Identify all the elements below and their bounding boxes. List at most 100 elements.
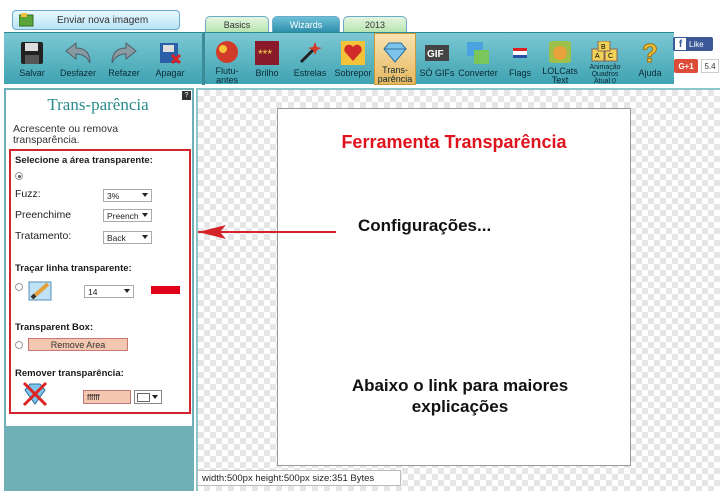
save-button[interactable]: Salvar [10,33,54,85]
svg-text:B: B [601,44,606,51]
animation-button[interactable]: BA C Animação Quadros Atual 0 [582,33,628,85]
line-width-select[interactable]: 14 [84,285,134,298]
svg-text:C: C [608,53,613,60]
remove-transparency-title: Remover transparência: [15,368,124,379]
lolcat-icon [546,39,574,65]
only-gifs-button[interactable]: GIF SÓ GIFs [418,33,456,85]
upload-image-label: Enviar nova imagem [57,14,149,26]
stars-label: Estrelas [293,68,327,78]
line-color-swatch[interactable] [151,286,180,294]
remove-area-button[interactable]: Remove Area [28,338,128,351]
flags-label: Flags [508,68,531,78]
undo-label: Desfazer [59,68,96,78]
tab-bar: Basics Wizards 2013 [205,16,407,32]
fuzz-select[interactable]: 3% [103,189,152,202]
flags-button[interactable]: Flags [502,33,538,85]
undo-button[interactable]: Desfazer [56,33,100,85]
question-mark-icon: ? [636,39,664,67]
glitter-label: Brilho [255,68,279,78]
floppy-disk-icon [18,39,46,67]
chevron-down-icon [142,235,148,239]
upload-image-button[interactable]: Enviar nova imagem [12,10,180,30]
chevron-down-icon [124,289,130,293]
stars-wand-icon [296,39,324,67]
stars-button[interactable]: Estrelas [288,33,332,85]
undo-arrow-icon [64,39,92,67]
overlay-label: Sobrepor [334,68,372,78]
fuzz-label: Fuzz: [15,188,41,200]
facebook-like-label: Like [689,39,704,49]
redo-label: Refazer [108,68,140,78]
svg-text:A: A [595,53,600,60]
redo-button[interactable]: Refazer [102,33,146,85]
canvas-heading: Ferramenta Transparência [341,132,567,152]
floaters-icon [213,39,241,65]
gif-icon: GIF [423,39,451,67]
floaters-label: Flutu- antes [215,66,239,85]
panel-title: Trans-parência [47,95,149,114]
pencil-line-icon [28,281,52,301]
line-width-value: 14 [88,286,98,297]
abc-blocks-icon: BA C [591,39,619,64]
overlay-button[interactable]: Sobrepor [332,33,374,85]
diamond-icon [381,40,409,64]
select-area-title: Selecione a área transparente: [15,155,153,166]
panel-description: Acrescente ou remova transparência. [13,123,119,146]
trace-line-radio[interactable] [15,283,23,291]
trace-line-title: Traçar linha transparente: [15,263,132,274]
floaters-button[interactable]: Flutu- antes [208,33,246,85]
google-plus-count: 5.4 [701,59,719,73]
hex-color-input[interactable]: ffffff [83,390,131,404]
treatment-value: Back [107,232,126,243]
chevron-down-icon [152,395,158,399]
save-label: Salvar [19,68,45,78]
configuration-note: Configurações... [358,216,492,235]
animation-label: Animação Quadros Atual 0 [589,64,621,85]
google-plus-button[interactable]: G+1 [674,59,698,73]
transparency-label: Trans- parência [377,65,413,84]
convert-icon [464,39,492,67]
remove-transparency-icon[interactable] [22,381,48,407]
help-label: Ajuda [638,68,662,78]
delete-icon [156,39,184,67]
svg-text:***: *** [258,47,272,61]
main-toolbar: Salvar Desfazer Refazer Apagar Flutu- an… [4,32,674,85]
tab-2013[interactable]: 2013 [343,16,407,32]
redo-arrow-icon [110,39,138,67]
flag-icon [506,39,534,67]
link-note: Abaixo o link para maiores explicações [351,376,569,416]
help-button[interactable]: ? Ajuda [630,33,670,85]
fill-label: Preenchime [15,209,72,221]
facebook-like-button[interactable]: f Like [673,37,713,51]
toolbar-divider [202,33,205,85]
delete-label: Apagar [155,68,185,78]
color-picker-dropdown[interactable] [134,390,162,404]
glitter-icon: *** [253,39,281,67]
tab-wizards[interactable]: Wizards [272,16,340,32]
facebook-icon: f [675,38,686,50]
lolcats-label: LOLCats Text [542,66,578,85]
select-area-radio[interactable] [15,172,23,180]
convert-button[interactable]: Converter [456,33,500,85]
chevron-down-icon [142,213,148,217]
svg-text:?: ? [642,40,658,66]
treatment-select[interactable]: Back [103,231,152,244]
upload-image-icon [19,13,34,27]
convert-label: Converter [458,68,498,78]
overlay-heart-icon [339,39,367,67]
transparent-box-title: Transparent Box: [15,322,94,333]
glitter-button[interactable]: *** Brilho [248,33,286,85]
lolcats-button[interactable]: LOLCats Text [540,33,580,85]
treatment-label: Tratamento: [15,230,72,242]
red-arrow-annotation [198,225,336,239]
fill-select[interactable]: Preench [103,209,152,222]
tab-basics[interactable]: Basics [205,16,269,32]
fuzz-value: 3% [107,190,120,201]
delete-button[interactable]: Apagar [148,33,192,85]
image-status-bar: width:500px height:500px size:351 Bytes [197,470,401,486]
transparency-button[interactable]: Trans- parência [374,33,416,85]
transparent-box-radio[interactable] [15,341,23,349]
chevron-down-icon [142,193,148,197]
svg-text:GIF: GIF [427,49,444,60]
top-bar: Enviar nova imagem Basics Wizards 2013 [0,0,720,32]
